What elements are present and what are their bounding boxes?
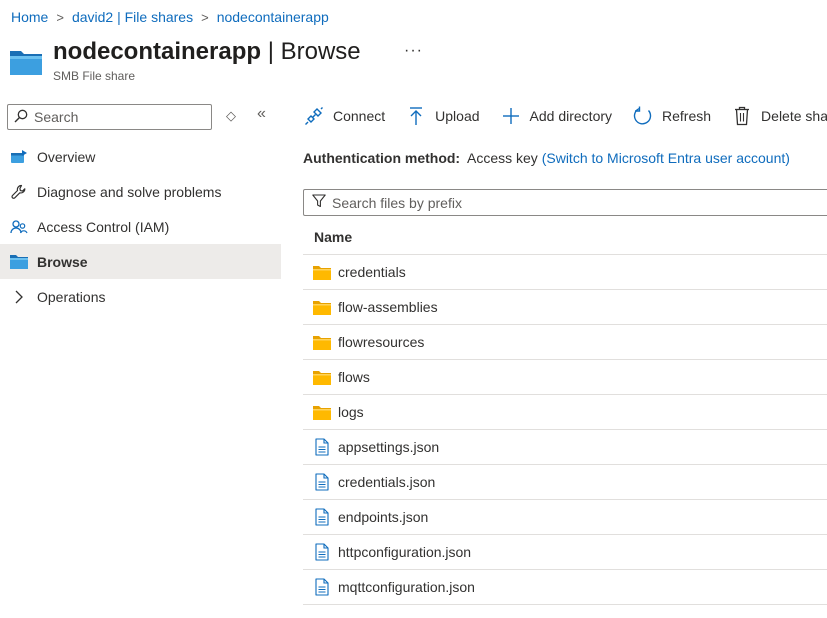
breadcrumb-home[interactable]: Home: [11, 9, 48, 25]
file-row[interactable]: mqttconfiguration.json: [303, 570, 827, 605]
file-name: httpconfiguration.json: [338, 544, 472, 560]
refresh-icon: [632, 105, 654, 127]
page-title-section: Browse: [280, 38, 361, 65]
file-list: Name credentials flow-assemblies flowresou…: [303, 220, 827, 605]
connect-label: Connect: [333, 108, 386, 124]
trash-icon: [731, 105, 753, 127]
file-icon: [313, 438, 331, 456]
file-name: credentials.json: [338, 474, 436, 490]
add-directory-label: Add directory: [529, 108, 613, 124]
folder-row[interactable]: flows: [303, 360, 827, 395]
sidebar-item-operations[interactable]: Operations: [0, 279, 281, 314]
sidebar-item-diagnose[interactable]: Diagnose and solve problems: [0, 174, 281, 209]
file-row[interactable]: endpoints.json: [303, 500, 827, 535]
refresh-button[interactable]: Refresh: [632, 105, 711, 127]
breadcrumb-current[interactable]: nodecontainerapp: [217, 9, 329, 25]
plus-icon: [500, 105, 522, 127]
sidebar-item-label: Operations: [37, 288, 106, 305]
page-title-resource: nodecontainerapp: [53, 38, 262, 65]
file-name: flow-assemblies: [338, 299, 438, 315]
add-directory-button[interactable]: Add directory: [500, 105, 612, 127]
file-name: appsettings.json: [338, 439, 440, 455]
sort-icon[interactable]: ◇: [226, 108, 236, 124]
sidebar-item-label: Access Control (IAM): [37, 218, 170, 235]
file-row[interactable]: httpconfiguration.json: [303, 535, 827, 570]
folder-row[interactable]: credentials: [303, 255, 827, 290]
upload-button[interactable]: Upload: [405, 105, 480, 127]
file-name: mqttconfiguration.json: [338, 579, 475, 595]
wrench-icon: [10, 183, 28, 201]
file-row[interactable]: credentials.json: [303, 465, 827, 500]
file-name: flowresources: [338, 334, 425, 350]
sidebar-item-access-control[interactable]: Access Control (IAM): [0, 209, 281, 244]
file-icon: [313, 508, 331, 526]
sidebar-item-label: Diagnose and solve problems: [37, 183, 222, 200]
plug-icon: [303, 105, 325, 127]
folder-icon: [10, 253, 28, 271]
delete-share-button[interactable]: Delete share: [731, 105, 827, 127]
auth-method-label: Authentication method:: [303, 150, 461, 166]
file-icon: [313, 543, 331, 561]
authentication-method: Authentication method: Access key (Switc…: [303, 150, 790, 166]
folder-icon: [313, 333, 331, 351]
sidebar-item-browse[interactable]: Browse: [0, 244, 281, 279]
delete-share-label: Delete share: [761, 108, 827, 124]
switch-auth-link[interactable]: (Switch to Microsoft Entra user account): [542, 150, 790, 166]
page-title-separator: |: [261, 38, 281, 65]
refresh-label: Refresh: [662, 108, 712, 124]
page-header: nodecontainerapp | Browse SMB File share: [10, 36, 361, 83]
file-name: endpoints.json: [338, 509, 429, 525]
people-icon: [10, 218, 28, 236]
upload-icon: [405, 105, 427, 127]
sidebar-item-label: Browse: [37, 253, 88, 270]
breadcrumb-separator: >: [56, 9, 64, 25]
sidebar-item-label: Overview: [37, 148, 96, 165]
folder-icon: [313, 368, 331, 386]
search-icon: [14, 109, 28, 126]
upload-label: Upload: [435, 108, 480, 124]
file-name: flows: [338, 369, 370, 385]
toolbar: Connect Upload Add directory Refresh Del…: [303, 104, 827, 128]
folder-row[interactable]: logs: [303, 395, 827, 430]
connect-button[interactable]: Connect: [303, 105, 385, 127]
folder-row[interactable]: flowresources: [303, 325, 827, 360]
file-filter-input[interactable]: [332, 194, 812, 211]
file-filter[interactable]: [303, 189, 827, 216]
file-share-icon: [10, 48, 42, 76]
file-icon: [313, 473, 331, 491]
folder-icon: [313, 263, 331, 281]
chevron-right-icon: [10, 288, 28, 306]
auth-method-value: Access key: [467, 150, 538, 166]
folder-row[interactable]: flow-assemblies: [303, 290, 827, 325]
file-icon: [313, 578, 331, 596]
breadcrumb-file-shares[interactable]: david2 | File shares: [72, 9, 193, 25]
column-header-name[interactable]: Name: [303, 220, 827, 255]
file-name: credentials: [338, 264, 406, 280]
breadcrumb: Home > david2 | File shares > nodecontai…: [11, 7, 329, 27]
sidebar-nav: Overview Diagnose and solve problems Acc…: [0, 139, 281, 314]
overview-icon: [10, 148, 28, 166]
folder-icon: [313, 298, 331, 316]
file-row[interactable]: appsettings.json: [303, 430, 827, 465]
collapse-sidebar-button[interactable]: «: [257, 105, 266, 123]
sidebar-item-overview[interactable]: Overview: [0, 139, 281, 174]
sidebar-search[interactable]: [7, 104, 212, 130]
page-title: nodecontainerapp | Browse: [53, 36, 361, 68]
filter-icon: [312, 194, 326, 211]
folder-icon: [313, 403, 331, 421]
breadcrumb-separator: >: [201, 9, 209, 25]
sidebar-search-input[interactable]: [34, 109, 204, 125]
file-name: logs: [338, 404, 364, 420]
more-options-button[interactable]: ···: [404, 42, 423, 60]
page-subtitle: SMB File share: [53, 69, 136, 83]
